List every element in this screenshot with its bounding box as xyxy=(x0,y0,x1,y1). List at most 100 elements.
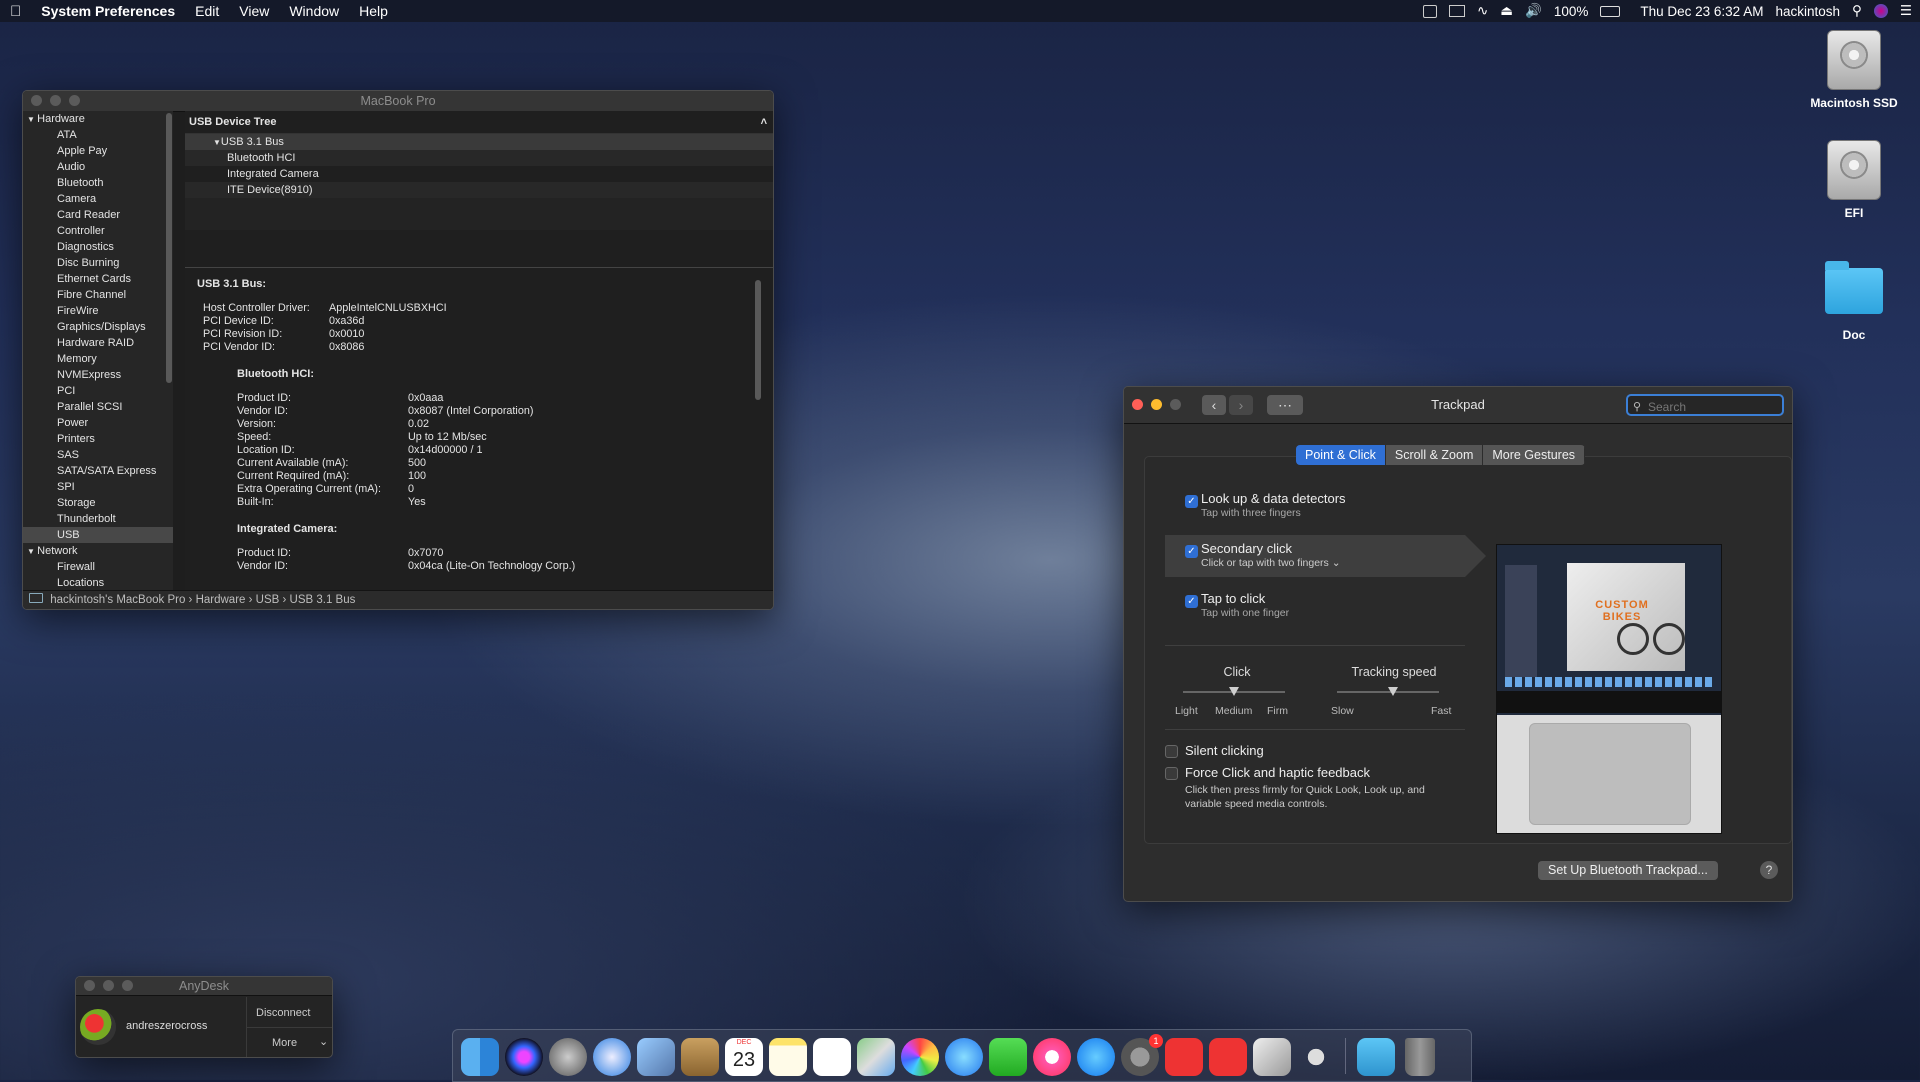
back-button[interactable]: ‹ xyxy=(1202,395,1226,415)
zoom-button[interactable] xyxy=(69,95,80,106)
desktop-doc-folder[interactable]: Doc xyxy=(1794,261,1914,342)
forward-button[interactable]: › xyxy=(1229,395,1253,415)
checkbox-lookup[interactable]: ✓ xyxy=(1185,495,1198,508)
anydesk-icon[interactable] xyxy=(1165,1038,1203,1076)
trash-icon[interactable] xyxy=(1405,1038,1435,1076)
sidebar-group[interactable]: ▼ Network xyxy=(23,543,173,559)
sidebar-item[interactable]: Thunderbolt xyxy=(23,511,173,527)
window-titlebar[interactable]: AnyDesk xyxy=(76,977,332,996)
menu-view[interactable]: View xyxy=(229,3,279,19)
sidebar-item[interactable]: SATA/SATA Express xyxy=(23,463,173,479)
minimize-button[interactable] xyxy=(103,980,114,991)
music-icon[interactable] xyxy=(1033,1038,1071,1076)
disclosure-triangle-icon[interactable]: ▼ xyxy=(213,138,221,147)
sidebar-item[interactable]: Power xyxy=(23,415,173,431)
close-button[interactable] xyxy=(31,95,42,106)
sidebar-group[interactable]: ▼ Hardware xyxy=(23,111,173,127)
chevron-up-icon[interactable]: ˄ xyxy=(761,111,767,133)
window-titlebar[interactable]: MacBook Pro xyxy=(23,91,773,112)
option-subtitle[interactable]: Click or tap with two fingers ⌄ xyxy=(1201,557,1341,569)
sidebar-item[interactable]: Diagnostics xyxy=(23,239,173,255)
desktop-macintosh-ssd[interactable]: Macintosh SSD xyxy=(1794,30,1914,110)
eject-icon[interactable]: ⏏ xyxy=(1500,3,1513,19)
calendar-icon[interactable]: DEC 23 xyxy=(725,1038,763,1076)
disclosure-triangle-icon[interactable]: ▼ xyxy=(27,115,37,124)
window-titlebar[interactable]: ‹ › ⋯ Trackpad ⚲ Search xyxy=(1124,387,1792,424)
clock[interactable]: Thu Dec 23 6:32 AM xyxy=(1640,4,1763,19)
sidebar-item[interactable]: FireWire xyxy=(23,303,173,319)
device-tree-header[interactable]: USB Device Tree ˄ xyxy=(185,111,773,134)
activity-monitor-icon[interactable] xyxy=(1422,4,1437,18)
launchpad-icon[interactable] xyxy=(549,1038,587,1076)
photos-icon[interactable] xyxy=(901,1038,939,1076)
system-info-icon[interactable] xyxy=(1297,1038,1335,1076)
sidebar-item[interactable]: Printers xyxy=(23,431,173,447)
sidebar-item[interactable]: Storage xyxy=(23,495,173,511)
tab-point-click[interactable]: Point & Click xyxy=(1296,445,1386,465)
tracking-slider-thumb[interactable] xyxy=(1388,687,1399,696)
sidebar-item[interactable]: Ethernet Cards xyxy=(23,271,173,287)
checkbox-tap-to-click[interactable]: ✓ xyxy=(1185,595,1198,608)
sidebar-item[interactable]: Card Reader xyxy=(23,207,173,223)
sidebar-item[interactable]: Bluetooth xyxy=(23,175,173,191)
tree-row[interactable]: ITE Device(8910) xyxy=(185,182,773,198)
option-lookup[interactable]: ✓ Look up & data detectors Tap with thre… xyxy=(1165,485,1465,527)
menu-app-name[interactable]: System Preferences xyxy=(31,3,185,19)
checkbox-force-click[interactable] xyxy=(1165,767,1178,780)
tree-row[interactable]: Bluetooth HCI xyxy=(185,150,773,166)
checkbox-secondary-click[interactable]: ✓ xyxy=(1185,545,1198,558)
tree-row[interactable]: ▼USB 3.1 Bus xyxy=(185,134,773,150)
sidebar-item[interactable]: Parallel SCSI xyxy=(23,399,173,415)
more-button[interactable]: More xyxy=(272,1037,297,1049)
sidebar-item[interactable]: Camera xyxy=(23,191,173,207)
menu-edit[interactable]: Edit xyxy=(185,3,229,19)
checkbox-silent-clicking[interactable] xyxy=(1165,745,1178,758)
battery-percent[interactable]: 100% xyxy=(1554,4,1589,19)
close-button[interactable] xyxy=(84,980,95,991)
wifi-icon[interactable]: ∿ xyxy=(1477,3,1488,19)
messages-icon[interactable] xyxy=(945,1038,983,1076)
sidebar-item[interactable]: Fibre Channel xyxy=(23,287,173,303)
app-store-icon[interactable] xyxy=(1077,1038,1115,1076)
zoom-button[interactable] xyxy=(122,980,133,991)
sidebar-item[interactable]: Firewall xyxy=(23,559,173,575)
siri-icon[interactable] xyxy=(1873,4,1888,18)
contacts-icon[interactable] xyxy=(681,1038,719,1076)
apple-menu-icon[interactable]:  xyxy=(0,3,31,20)
close-button[interactable] xyxy=(1132,399,1143,410)
tab-more-gestures[interactable]: More Gestures xyxy=(1483,445,1586,465)
click-slider-thumb[interactable] xyxy=(1229,687,1239,696)
reminders-icon[interactable] xyxy=(813,1038,851,1076)
sidebar-item[interactable]: Controller xyxy=(23,223,173,239)
disconnect-button[interactable]: Disconnect xyxy=(256,1007,310,1019)
detail-scrollbar[interactable] xyxy=(755,280,761,400)
user-name[interactable]: hackintosh xyxy=(1775,4,1840,19)
mail-icon[interactable] xyxy=(637,1038,675,1076)
notification-center-icon[interactable]: ☰ xyxy=(1900,3,1912,19)
volume-icon[interactable]: 🔊 xyxy=(1525,3,1542,19)
sidebar-item[interactable]: Locations xyxy=(23,575,173,591)
sidebar-item[interactable]: Audio xyxy=(23,159,173,175)
disclosure-triangle-icon[interactable]: ▼ xyxy=(27,547,37,556)
search-input[interactable]: ⚲ Search xyxy=(1626,394,1784,416)
help-button[interactable]: ? xyxy=(1760,861,1778,879)
chevron-down-icon[interactable]: ⌄ xyxy=(319,1035,328,1048)
sidebar-item[interactable]: SAS xyxy=(23,447,173,463)
sidebar-item[interactable]: Graphics/Displays xyxy=(23,319,173,335)
menu-window[interactable]: Window xyxy=(279,3,349,19)
battery-icon[interactable] xyxy=(1600,5,1621,17)
minimize-button[interactable] xyxy=(1151,399,1162,410)
sidebar-item[interactable]: NVMExpress xyxy=(23,367,173,383)
sidebar-item[interactable]: Disc Burning xyxy=(23,255,173,271)
path-text[interactable]: hackintosh's MacBook Pro › Hardware › US… xyxy=(50,594,355,606)
sidebar-item[interactable]: Memory xyxy=(23,351,173,367)
facetime-icon[interactable] xyxy=(989,1038,1027,1076)
sidebar-scrollbar[interactable] xyxy=(166,113,172,383)
show-all-grid-icon[interactable]: ⋯ xyxy=(1267,395,1303,415)
sidebar-item[interactable]: ATA xyxy=(23,127,173,143)
zoom-button[interactable] xyxy=(1170,399,1181,410)
sidebar-item[interactable]: Hardware RAID xyxy=(23,335,173,351)
menu-help[interactable]: Help xyxy=(349,3,398,19)
sidebar-item[interactable]: Apple Pay xyxy=(23,143,173,159)
minimize-button[interactable] xyxy=(50,95,61,106)
